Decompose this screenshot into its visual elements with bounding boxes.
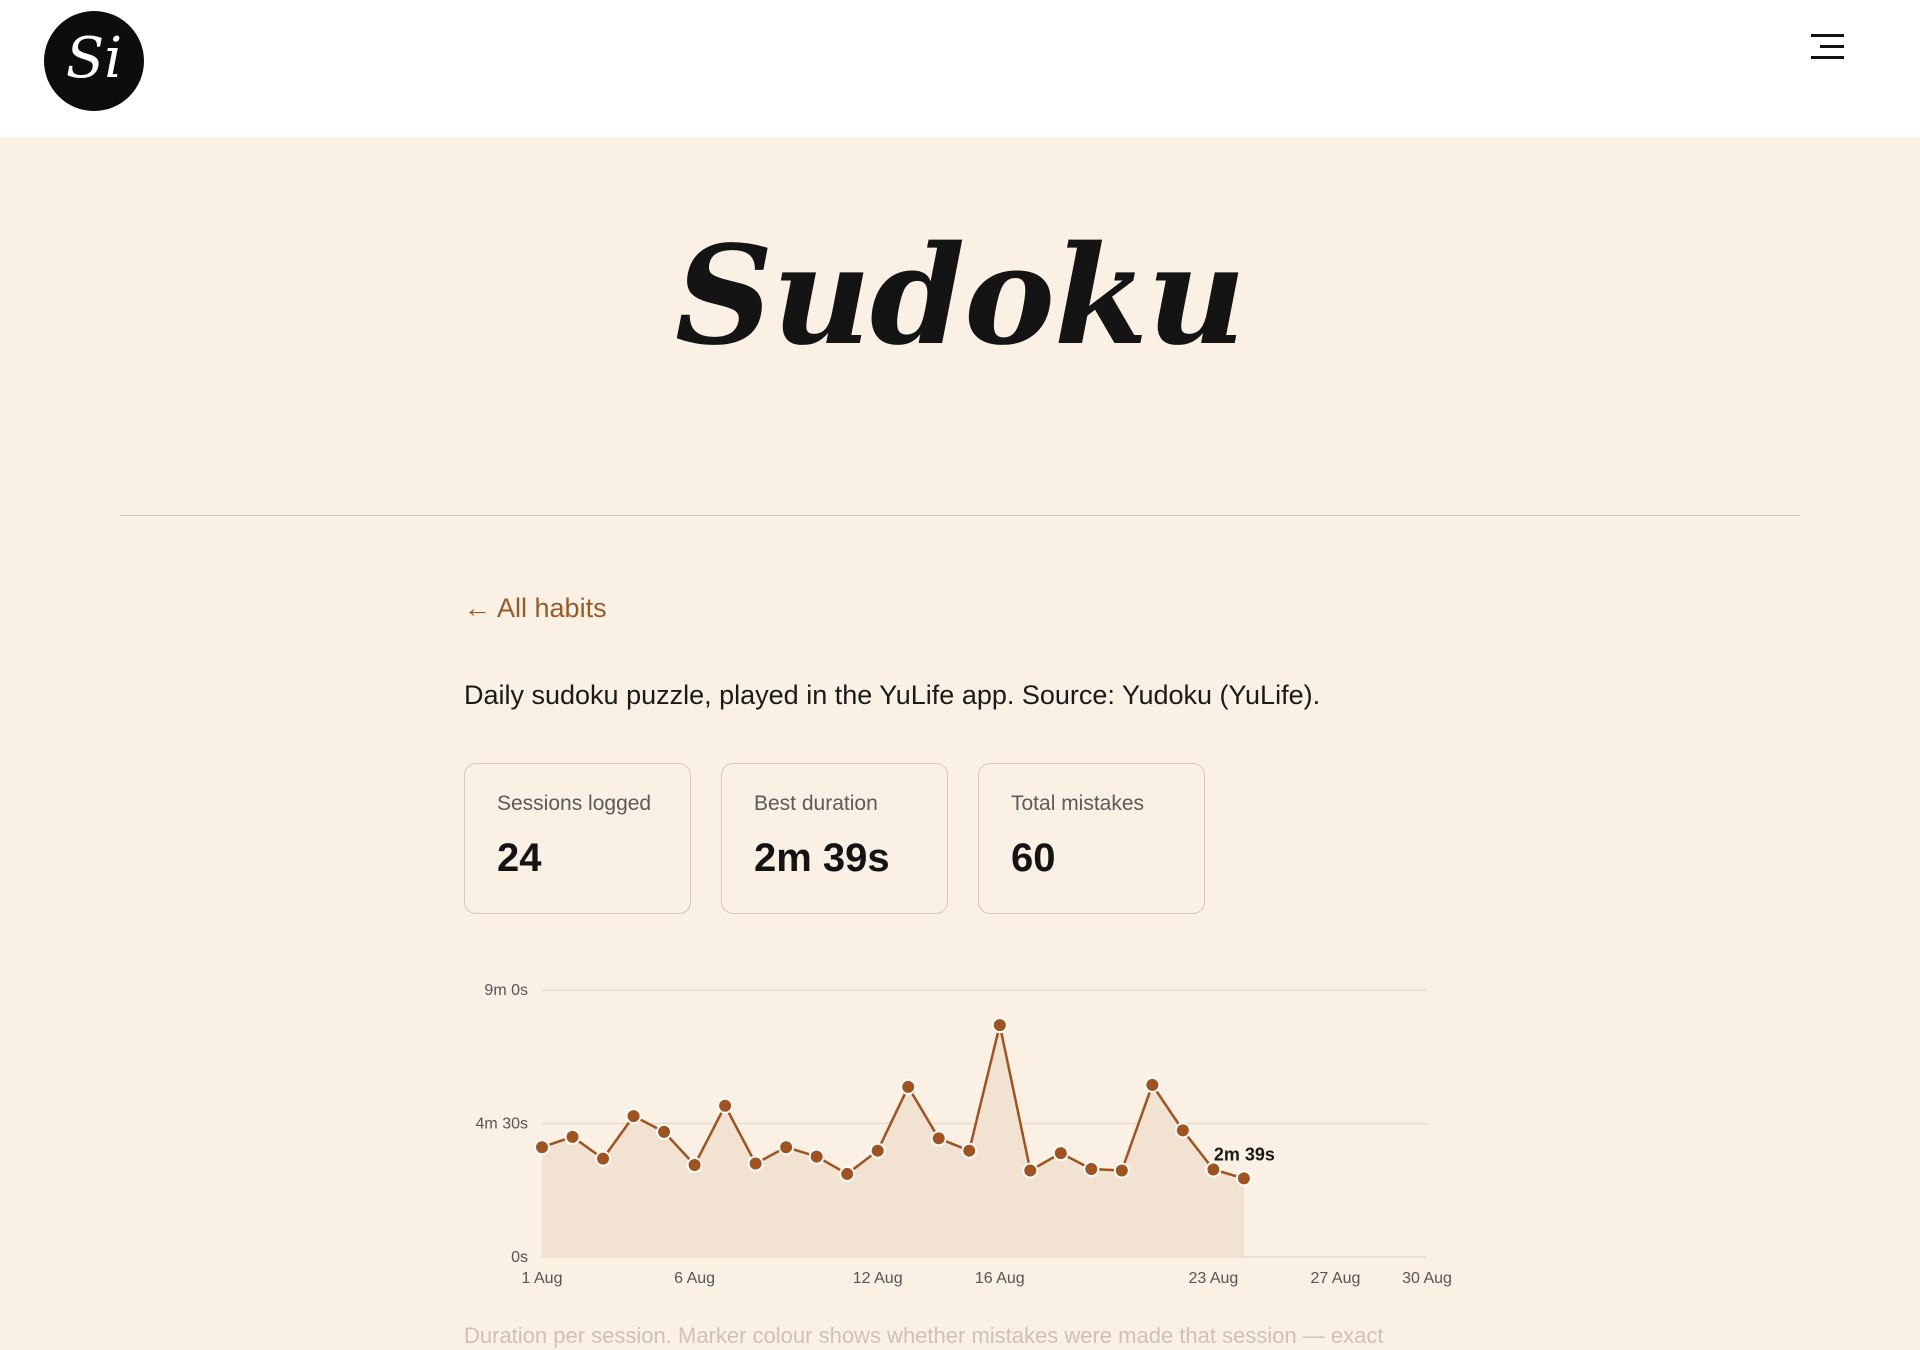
x-tick-label: 6 Aug [674,1270,715,1287]
session-point [900,1078,917,1095]
stat-label: Total mistakes [1011,792,1145,815]
stat-value: 60 [1011,836,1056,880]
session-point [1205,1161,1222,1178]
y-tick-label: 9m 0s [484,982,528,999]
session-point [1052,1145,1069,1162]
stat-value: 24 [497,836,542,880]
top-bar: Si [0,0,1920,137]
x-tick-label: 30 Aug [1402,1270,1452,1287]
session-point [564,1128,581,1145]
stat-label: Best duration [754,792,878,815]
session-point [839,1165,856,1182]
section-divider [120,515,1800,516]
duration-chart: 0s 4m 30s 9m 0s 1 Aug 6 Aug 12 Aug 16 Aug 23 Au… [476,982,1452,1287]
session-point [1113,1162,1130,1179]
x-tick-label: 1 Aug [522,1270,563,1287]
all-habits-link[interactable]: ← All habits [464,593,607,624]
x-tick-label: 12 Aug [853,1270,903,1287]
session-point [869,1142,886,1159]
session-point [961,1142,978,1159]
session-point [1083,1160,1100,1177]
stats-row: Sessions logged 24 Best duration 2m 39s … [464,763,1205,914]
stat-card-best-duration: Best duration 2m 39s [721,763,948,914]
x-tick-label: 16 Aug [975,1270,1025,1287]
stat-card-sessions: Sessions logged 24 [464,763,691,914]
session-point [656,1123,673,1140]
session-point [1174,1122,1191,1139]
session-point [595,1150,612,1167]
chart-caption: Duration per session. Marker colour show… [464,1323,1384,1348]
session-point [808,1148,825,1165]
stat-card-total-mistakes: Total mistakes 60 [978,763,1205,914]
last-value-label: 2m 39s [1214,1144,1275,1164]
x-tick-label: 23 Aug [1188,1270,1238,1287]
session-point [778,1139,795,1156]
x-tick-label: 27 Aug [1311,1270,1361,1287]
session-point [686,1157,703,1174]
session-point [1144,1076,1161,1093]
menu-line [1820,45,1844,48]
session-point [534,1139,550,1156]
y-tick-label: 4m 30s [476,1116,528,1133]
session-point [747,1155,764,1172]
menu-line [1811,34,1844,37]
session-point [1235,1170,1252,1187]
logo-monogram: Si [65,26,123,91]
hamburger-menu-icon[interactable] [1804,32,1844,62]
site-logo-icon[interactable]: Si [44,11,144,111]
habit-description: Daily sudoku puzzle, played in the YuLif… [464,680,1321,710]
session-point [1022,1162,1039,1179]
session-point [717,1097,734,1114]
session-point [991,1017,1008,1034]
session-point [930,1130,947,1147]
y-tick-label: 0s [511,1249,528,1266]
session-point [625,1108,642,1125]
menu-line [1811,56,1844,59]
stat-value: 2m 39s [754,836,890,880]
duration-area [542,1025,1244,1257]
stat-label: Sessions logged [497,792,652,815]
page-title: Sudoku [674,216,1246,376]
